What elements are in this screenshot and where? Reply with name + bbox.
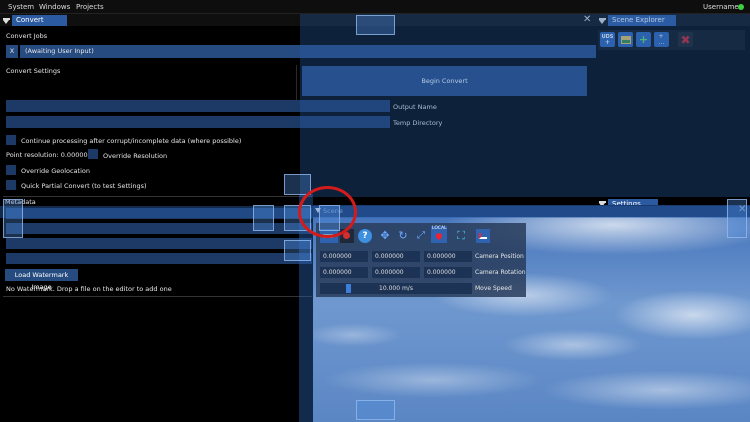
move-speed-label: Move Speed bbox=[475, 285, 512, 292]
scene-tools-panel: ? ✥ ↻ ⤢ LOCAL ⛶ 0.000000 0.000000 0.0000… bbox=[316, 223, 526, 297]
dock-target-center-left[interactable] bbox=[253, 205, 274, 231]
fullscreen-button[interactable]: ⛶ bbox=[454, 229, 468, 243]
continue-processing-label: Continue processing after corrupt/incomp… bbox=[21, 137, 242, 145]
move-speed-slider[interactable]: 10.000 m/s bbox=[320, 283, 472, 294]
tab-convert[interactable]: Convert bbox=[12, 15, 67, 26]
pin-icon bbox=[434, 231, 444, 241]
camera-position-x[interactable]: 0.000000 bbox=[320, 251, 368, 262]
dock-target-center-bottom[interactable] bbox=[284, 240, 311, 261]
override-geolocation-checkbox[interactable] bbox=[6, 165, 16, 175]
dock-target-left[interactable] bbox=[3, 199, 23, 238]
menu-bar: System Windows Projects Username bbox=[0, 0, 750, 14]
menu-projects[interactable]: Projects bbox=[76, 3, 104, 11]
move-icon: ✥ bbox=[380, 229, 390, 242]
fullscreen-icon: ⛶ bbox=[457, 229, 465, 242]
camera-position-z[interactable]: 0.000000 bbox=[424, 251, 472, 262]
divider bbox=[296, 65, 297, 100]
scale-icon: ⤢ bbox=[417, 230, 425, 241]
quick-partial-label: Quick Partial Convert (to test Settings) bbox=[21, 182, 147, 190]
chart-button[interactable] bbox=[476, 229, 490, 243]
dock-preview-band bbox=[0, 206, 750, 218]
dock-target-bottom[interactable] bbox=[356, 400, 395, 420]
override-geolocation-label: Override Geolocation bbox=[21, 167, 90, 175]
username-label[interactable]: Username bbox=[703, 3, 739, 11]
camera-position-y[interactable]: 0.000000 bbox=[372, 251, 420, 262]
dock-target-right[interactable] bbox=[727, 199, 747, 238]
help-button[interactable]: ? bbox=[358, 229, 372, 243]
chart-icon bbox=[479, 233, 487, 239]
divider bbox=[3, 296, 312, 297]
status-online-icon bbox=[738, 4, 744, 10]
point-resolution-label: Point resolution: 0.000000 bbox=[6, 151, 92, 159]
quick-partial-checkbox[interactable] bbox=[6, 180, 16, 190]
remove-job-button[interactable]: X bbox=[6, 45, 18, 58]
move-button[interactable]: ✥ bbox=[378, 229, 392, 243]
slider-handle[interactable] bbox=[346, 284, 351, 293]
convert-settings-label: Convert Settings bbox=[6, 67, 61, 75]
help-icon: ? bbox=[362, 231, 368, 241]
metadata-row[interactable] bbox=[6, 238, 312, 249]
menu-system[interactable]: System bbox=[8, 3, 34, 11]
local-label: LOCAL bbox=[432, 226, 447, 231]
camera-position-label: Camera Position bbox=[475, 253, 524, 260]
rotate-button[interactable]: ↻ bbox=[396, 229, 410, 243]
menu-windows[interactable]: Windows bbox=[39, 3, 70, 11]
camera-rotation-z[interactable]: 0.000000 bbox=[424, 267, 472, 278]
no-watermark-label: No Watermark. Drop a file on the editor … bbox=[6, 285, 172, 293]
metadata-row[interactable] bbox=[6, 253, 312, 264]
dock-target-top[interactable] bbox=[356, 15, 395, 35]
load-watermark-button[interactable]: Load Watermark Image bbox=[5, 269, 78, 291]
local-space-button[interactable]: LOCAL bbox=[431, 226, 447, 243]
override-resolution-label: Override Resolution bbox=[103, 152, 168, 160]
dock-preview-overlay bbox=[300, 14, 750, 197]
highlight-circle bbox=[298, 186, 357, 238]
rotate-icon: ↻ bbox=[398, 229, 408, 242]
continue-processing-checkbox[interactable] bbox=[6, 135, 16, 145]
camera-rotation-label: Camera Rotation bbox=[475, 269, 526, 276]
camera-rotation-y[interactable]: 0.000000 bbox=[372, 267, 420, 278]
convert-jobs-label: Convert Jobs bbox=[6, 32, 48, 40]
scene-window: Scene ✕ ? ✥ ↻ ⤢ LOCAL ⛶ 0.000000 0.00000… bbox=[313, 205, 750, 422]
camera-rotation-x[interactable]: 0.000000 bbox=[320, 267, 368, 278]
move-speed-value: 10.000 m/s bbox=[379, 285, 413, 292]
window-menu-icon[interactable] bbox=[3, 17, 10, 24]
scale-button[interactable]: ⤢ bbox=[414, 229, 428, 243]
divider bbox=[3, 196, 312, 197]
override-resolution-checkbox[interactable] bbox=[88, 149, 98, 159]
